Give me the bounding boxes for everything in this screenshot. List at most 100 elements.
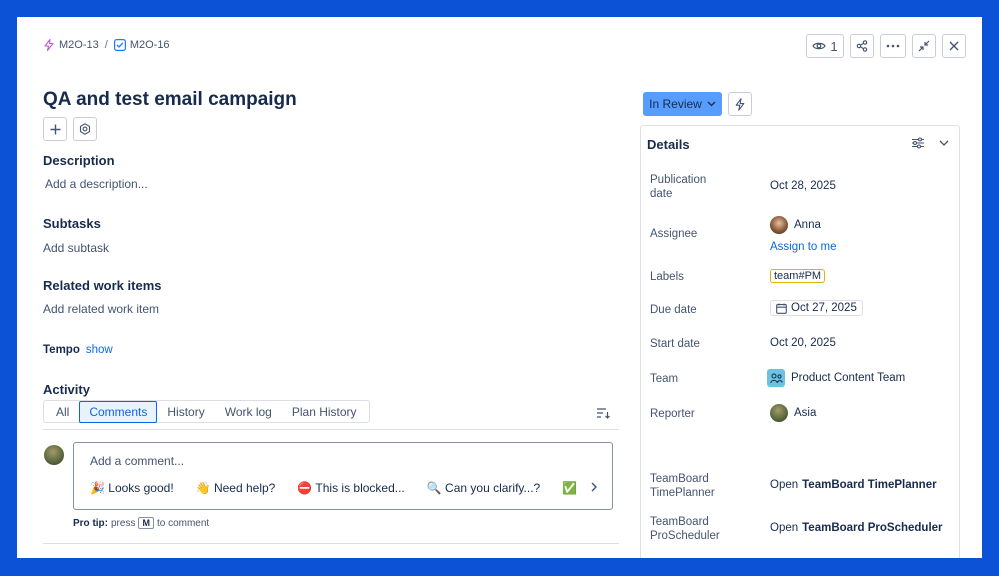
status-label: In Review — [649, 97, 702, 111]
watch-button[interactable]: 1 — [806, 34, 844, 58]
configure-fields-icon[interactable] — [911, 137, 925, 149]
tab-plan-history[interactable]: Plan History — [282, 401, 367, 423]
add-subtask-button[interactable]: Add subtask — [43, 241, 109, 255]
plus-icon — [50, 124, 60, 134]
proscheduler-name: TeamBoard ProScheduler — [802, 522, 943, 534]
quick-reply-this[interactable]: ✅ This — [562, 481, 580, 495]
labels-label: Labels — [650, 271, 684, 283]
quick-reply-need-help[interactable]: 👋 Need help? — [196, 481, 276, 495]
breadcrumb-current[interactable]: M2O-16 — [113, 39, 170, 51]
chevron-down-icon — [707, 101, 716, 107]
eye-icon — [812, 42, 827, 50]
timeplanner-open: Open — [770, 479, 799, 491]
assignee-label: Assignee — [650, 228, 698, 240]
assignee-value[interactable]: Anna — [770, 216, 821, 234]
epic-bolt-icon — [44, 39, 54, 51]
status-dropdown[interactable]: In Review — [643, 92, 722, 116]
chevron-down-icon[interactable] — [939, 140, 949, 146]
close-button[interactable] — [942, 34, 966, 58]
task-checkbox-icon — [113, 39, 126, 51]
proscheduler-open: Open — [770, 522, 799, 534]
parent-key: M2O-13 — [59, 39, 99, 51]
team-name: Product Content Team — [791, 372, 906, 384]
share-icon — [856, 40, 868, 52]
add-button[interactable] — [43, 117, 67, 141]
description-heading: Description — [43, 153, 115, 168]
proscheduler-label: TeamBoard ProScheduler — [650, 516, 720, 542]
timeplanner-value[interactable]: Open TeamBoard TimePlanner — [770, 479, 937, 491]
tab-all[interactable]: All — [46, 401, 79, 423]
start-date-label: Start date — [650, 338, 700, 350]
activity-heading: Activity — [43, 382, 90, 397]
proscheduler-value[interactable]: Open TeamBoard ProScheduler — [770, 522, 943, 534]
watch-count: 1 — [830, 38, 838, 54]
publication-date-label: Publication date — [650, 174, 707, 200]
due-date-text: Oct 27, 2025 — [791, 302, 857, 314]
comment-box[interactable]: Add a comment... 🎉 Looks good! 👋 Need he… — [73, 442, 613, 510]
quick-reply-looks-good[interactable]: 🎉 Looks good! — [90, 481, 174, 495]
subtasks-heading: Subtasks — [43, 216, 101, 231]
breadcrumb-separator: / — [104, 39, 108, 51]
comment-input[interactable]: Add a comment... — [90, 454, 184, 468]
add-related-work-button[interactable]: Add related work item — [43, 302, 159, 316]
reporter-label: Reporter — [650, 408, 695, 420]
pro-tip-key: M — [138, 517, 154, 529]
activity-divider — [43, 429, 619, 430]
assignee-avatar — [770, 216, 788, 234]
more-icon — [886, 44, 900, 48]
tempo-show-link[interactable]: show — [86, 344, 113, 356]
breadcrumb: M2O-13 / M2O-16 — [43, 39, 170, 51]
calendar-icon — [776, 303, 787, 314]
tab-history[interactable]: History — [157, 401, 214, 423]
tab-work-log[interactable]: Work log — [215, 401, 282, 423]
assignee-name: Anna — [794, 219, 821, 231]
pro-tip: Pro tip: press M to comment — [73, 517, 209, 529]
collapse-button[interactable] — [912, 34, 936, 58]
description-input[interactable]: Add a description... — [45, 177, 148, 191]
collapse-icon — [918, 40, 930, 52]
assign-to-me-link[interactable]: Assign to me — [770, 241, 836, 253]
due-date-value[interactable]: Oct 27, 2025 — [770, 300, 863, 316]
breadcrumb-parent[interactable]: M2O-13 — [43, 39, 99, 51]
timeplanner-label: TeamBoard TimePlanner — [650, 473, 715, 499]
quick-reply-clarify[interactable]: 🔍 Can you clarify...? — [427, 481, 540, 495]
sort-icon[interactable] — [596, 407, 610, 419]
reporter-avatar — [770, 404, 788, 422]
start-date-value[interactable]: Oct 20, 2025 — [770, 337, 836, 349]
activity-tabs: All Comments History Work log Plan Histo… — [43, 400, 370, 423]
apps-button[interactable] — [73, 117, 97, 141]
tab-comments[interactable]: Comments — [79, 400, 158, 423]
tempo-label: Tempo — [43, 344, 80, 356]
due-date-label: Due date — [650, 304, 697, 316]
reporter-name: Asia — [794, 407, 817, 419]
labels-value[interactable]: team#PM — [770, 269, 826, 283]
related-work-heading: Related work items — [43, 278, 162, 293]
publication-date-value[interactable]: Oct 28, 2025 — [770, 180, 836, 192]
reporter-value[interactable]: Asia — [770, 404, 816, 422]
close-icon — [949, 41, 959, 51]
issue-title[interactable]: QA and test email campaign — [43, 89, 297, 111]
tempo-row: Tempo show — [43, 344, 113, 356]
label-chip[interactable]: team#PM — [770, 269, 826, 283]
chevron-right-icon[interactable] — [590, 481, 598, 493]
details-controls — [911, 137, 949, 149]
details-panel: Details Publication date Oct 28, 2025 As… — [640, 125, 960, 558]
team-icon — [767, 369, 785, 387]
team-value[interactable]: Product Content Team — [767, 369, 905, 387]
lightning-bolt-icon — [735, 97, 745, 111]
issue-key: M2O-16 — [129, 39, 170, 51]
quick-reply-blocked[interactable]: ⛔ This is blocked... — [297, 481, 404, 495]
title-actions — [43, 117, 97, 141]
due-date-chip[interactable]: Oct 27, 2025 — [770, 300, 863, 316]
pro-tip-label: Pro tip: — [73, 517, 108, 529]
settings-icon — [79, 123, 91, 135]
bottom-divider — [43, 543, 619, 544]
team-label: Team — [650, 373, 679, 385]
pro-tip-suffix: to comment — [156, 517, 210, 529]
automation-button[interactable] — [728, 92, 752, 116]
share-button[interactable] — [850, 34, 874, 58]
pro-tip-press: press — [111, 517, 136, 529]
top-actions: 1 — [806, 34, 966, 58]
issue-panel: M2O-13 / M2O-16 1 QA and test email camp… — [17, 17, 982, 558]
more-actions-button[interactable] — [880, 34, 906, 58]
